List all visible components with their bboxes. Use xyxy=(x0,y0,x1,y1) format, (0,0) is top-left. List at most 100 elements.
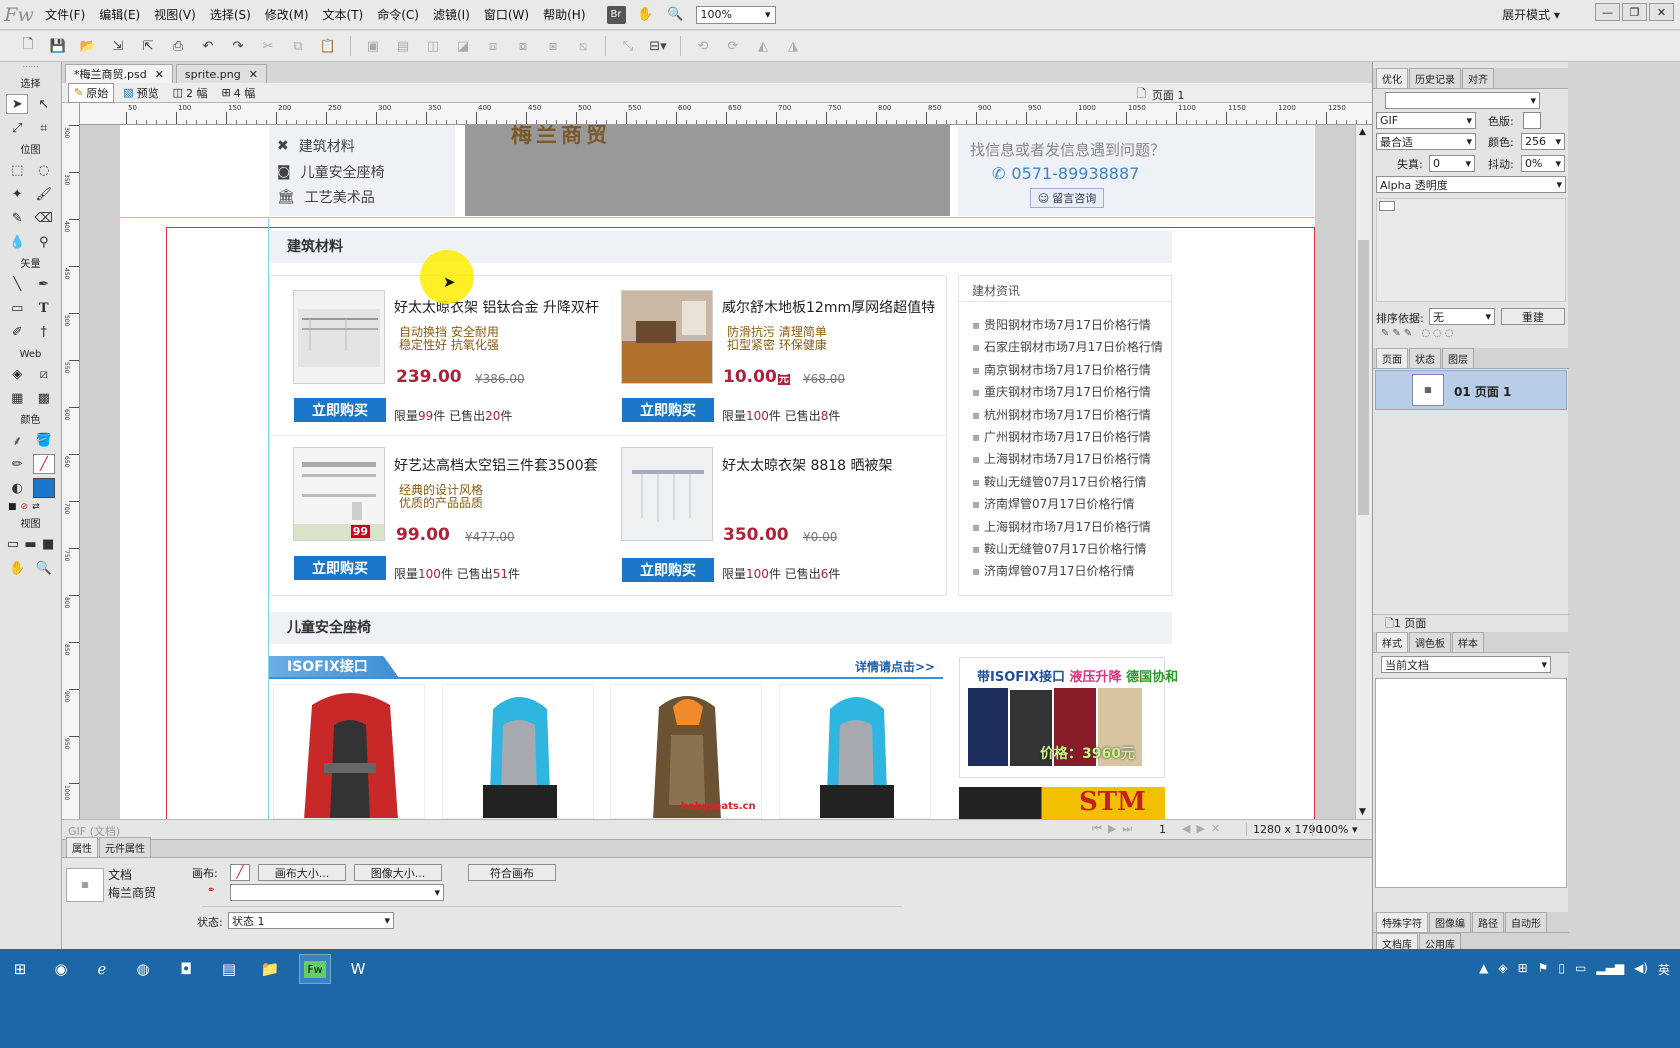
app-icon[interactable]: ▤ xyxy=(213,954,245,984)
rotate-right-icon[interactable]: ⟳ xyxy=(721,35,745,57)
product-image[interactable] xyxy=(293,290,385,384)
subselect-tool-icon[interactable]: ↖ xyxy=(33,94,55,114)
loss-field[interactable]: 0 ▾ xyxy=(1429,155,1475,172)
link-select[interactable]: ▾ xyxy=(230,884,444,901)
transform-icon[interactable]: ⤡ xyxy=(616,35,640,57)
tray-flag-icon[interactable]: ⚑ xyxy=(1538,961,1549,978)
eyedropper-icon[interactable]: ⸙ xyxy=(6,430,28,450)
optimize-preset-select[interactable]: ▾ xyxy=(1385,92,1540,109)
flip-v-icon[interactable]: ◮ xyxy=(781,35,805,57)
isofix-tab[interactable]: ISOFIX接口 xyxy=(269,656,399,678)
paint-bucket-icon[interactable]: 🪣 xyxy=(33,430,55,450)
news-item[interactable]: ▪ 济南焊管07月17日价格行情 xyxy=(972,495,1135,512)
news-item[interactable]: ▪ 贵阳钢材市场7月17日价格行情 xyxy=(972,316,1151,333)
tab-samples[interactable]: 样本 xyxy=(1452,632,1484,652)
chrome-icon[interactable]: ◉ xyxy=(45,954,77,984)
zoom-tool-icon[interactable]: 🔍 xyxy=(33,558,55,578)
category-item-building[interactable]: ✖ 建筑材料 xyxy=(277,136,355,156)
tray-display-icon[interactable]: ▭ xyxy=(1575,961,1586,978)
pointer-tool-icon[interactable]: ➤ xyxy=(6,94,29,114)
menu-edit[interactable]: 编辑(E) xyxy=(92,0,147,30)
menu-filters[interactable]: 滤镜(I) xyxy=(426,0,477,30)
page-list-item[interactable]: ▦ 01 页面 1 xyxy=(1375,370,1567,410)
slice-tool-icon[interactable]: ⧄ xyxy=(33,364,55,384)
no-color-icon[interactable]: ⊘ xyxy=(21,502,29,512)
tab-path[interactable]: 路径 xyxy=(1472,912,1504,932)
hand-icon[interactable]: ✋ xyxy=(636,5,656,25)
canvas-size-button[interactable]: 画布大小... xyxy=(258,864,346,881)
pencil-tool-icon[interactable]: ✎ xyxy=(6,208,28,228)
transparency-select[interactable]: Alpha 透明度 ▾ xyxy=(1376,176,1566,193)
default-colors-icon[interactable]: ■ xyxy=(8,502,17,512)
news-item[interactable]: ▪ 南京钢材市场7月17日价格行情 xyxy=(972,361,1151,378)
menu-view[interactable]: 视图(V) xyxy=(147,0,203,30)
palette-swatch[interactable] xyxy=(1523,112,1541,129)
buy-now-button[interactable]: 立即购买 xyxy=(294,556,386,580)
stm-ad[interactable]: STM xyxy=(959,787,1165,819)
frame-controls[interactable]: ⏮▶⏭ xyxy=(1092,822,1138,836)
tab-special-chars[interactable]: 特殊字符 xyxy=(1376,912,1428,932)
print-icon[interactable]: ⎙ xyxy=(166,35,190,57)
product-image[interactable] xyxy=(621,447,713,541)
view-preview-button[interactable]: ▧ 预览 xyxy=(118,84,163,102)
view-original-button[interactable]: ✎ 原始 xyxy=(68,82,115,103)
document-page[interactable]: ✖ 建筑材料 ◙ 儿童安全座椅 🏛 工艺美术品 梅兰商贸 找信息或者发信息遇到问题？ … xyxy=(120,125,1315,819)
swap-colors-icon[interactable]: ⇄ xyxy=(32,502,40,512)
blur-tool-icon[interactable]: 💧 xyxy=(6,232,28,252)
seat-image-blue-2[interactable] xyxy=(779,684,931,819)
palette-tools-icons[interactable]: ✎✎✎ ◌◌◌ xyxy=(1381,328,1457,339)
format-select[interactable]: GIF ▾ xyxy=(1376,112,1476,129)
hide-slices-icon[interactable]: ▦ xyxy=(6,388,28,408)
split-icon[interactable]: ◪ xyxy=(451,35,475,57)
zoom-select[interactable]: 100% ▾ xyxy=(695,5,776,24)
windows-start-icon[interactable]: ⊞ xyxy=(4,954,36,984)
menu-modify[interactable]: 修改(M) xyxy=(258,0,316,30)
bridge-icon[interactable]: Br xyxy=(606,5,626,24)
line-tool-icon[interactable]: ╲ xyxy=(6,274,28,294)
new-icon[interactable]: 🗋 xyxy=(16,35,40,57)
cut-icon[interactable]: ✂ xyxy=(256,35,280,57)
ungroup-icon[interactable]: ▤ xyxy=(391,35,415,57)
tab-states[interactable]: 状态 xyxy=(1409,348,1441,368)
scroll-up-icon[interactable]: ▲ xyxy=(1359,127,1366,137)
bring-front-icon[interactable]: ⧈ xyxy=(481,35,505,57)
status-zoom[interactable]: 100% ▾ xyxy=(1312,823,1357,836)
minimize-button[interactable]: — xyxy=(1595,3,1620,21)
text-tool-icon[interactable]: T xyxy=(33,298,55,318)
restore-button[interactable]: ❐ xyxy=(1622,3,1647,21)
colors-select[interactable]: 256 ▾ xyxy=(1521,133,1565,150)
brush-tool-icon[interactable]: 🖌 xyxy=(33,184,55,204)
rebuild-button[interactable]: 重建 xyxy=(1501,308,1565,325)
fill-swatch[interactable] xyxy=(32,478,55,498)
hand-tool-icon[interactable]: ✋ xyxy=(6,558,28,578)
menu-select[interactable]: 选择(S) xyxy=(203,0,258,30)
bring-forward-icon[interactable]: ⧇ xyxy=(511,35,535,57)
rectangle-tool-icon[interactable]: ▭ xyxy=(6,298,28,318)
tray-arrow-icon[interactable]: ▲ xyxy=(1479,961,1488,978)
rotate-left-icon[interactable]: ⟲ xyxy=(691,35,715,57)
tab-properties[interactable]: 属性 xyxy=(66,837,98,857)
tab-pages[interactable]: 页面 xyxy=(1376,348,1408,368)
fill-bucket-icon[interactable]: ◐ xyxy=(6,478,28,498)
standard-screen-icon[interactable]: ▭ xyxy=(4,534,22,554)
scale-tool-icon[interactable]: ⤢ xyxy=(6,118,28,138)
view-4up-button[interactable]: ⊞ 4 幅 xyxy=(217,84,261,102)
sort-select[interactable]: 无 ▾ xyxy=(1429,308,1495,325)
join-icon[interactable]: ◫ xyxy=(421,35,445,57)
canvas-area[interactable]: ✖ 建筑材料 ◙ 儿童安全座椅 🏛 工艺美术品 梅兰商贸 找信息或者发信息遇到问题？ … xyxy=(80,125,1355,819)
save-icon[interactable]: 💾 xyxy=(46,35,70,57)
news-item[interactable]: ▪ 石家庄钢材市场7月17日价格行情 xyxy=(972,338,1163,355)
explorer-icon[interactable]: 📁 xyxy=(254,954,286,984)
details-link[interactable]: 详情请点击>> xyxy=(855,658,935,675)
full-screen-icon[interactable]: ■ xyxy=(39,534,57,554)
product-title[interactable]: 好太太晾衣架 铝钛合金 升降双杆 xyxy=(394,297,599,317)
align-icon[interactable]: ⊟▾ xyxy=(646,35,670,57)
tray-lang[interactable]: 英 xyxy=(1658,961,1670,978)
seat-ad[interactable]: 带ISOFIX接口 液压升降 德国协和 价格：3960元 xyxy=(959,657,1178,778)
view-2up-button[interactable]: ◫ 2 幅 xyxy=(168,84,213,102)
menu-commands[interactable]: 命令(C) xyxy=(370,0,426,30)
seat-image-blue[interactable] xyxy=(442,684,594,819)
category-item-seats[interactable]: ◙ 儿童安全座椅 xyxy=(277,162,385,182)
canvas-color-swatch[interactable]: ╱ xyxy=(230,864,250,881)
frame-nav[interactable]: ◀▶✕ xyxy=(1182,822,1226,835)
